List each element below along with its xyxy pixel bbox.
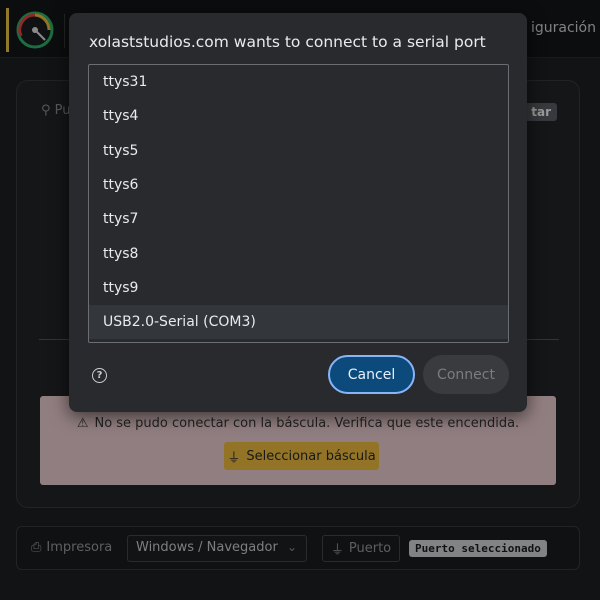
- port-list-item[interactable]: ttys9: [89, 271, 508, 305]
- port-list-item[interactable]: ttys4: [89, 99, 508, 133]
- port-list-item[interactable]: ttys7: [89, 202, 508, 236]
- serial-port-dialog: xolaststudios.com wants to connect to a …: [69, 13, 527, 412]
- port-list-item[interactable]: ttys8: [89, 236, 508, 270]
- serial-port-list[interactable]: ttys31 ttys4 ttys5 ttys6 ttys7 ttys8 ttys9 USB2…: [88, 64, 509, 343]
- cancel-button[interactable]: Cancel: [328, 355, 415, 394]
- help-circle-icon[interactable]: ?: [92, 368, 107, 383]
- connect-button[interactable]: Connect: [423, 355, 509, 394]
- dialog-title: xolaststudios.com wants to connect to a …: [89, 33, 486, 51]
- port-list-item[interactable]: USB2.0-Serial (COM3): [89, 305, 508, 340]
- port-list-item[interactable]: ttys5: [89, 134, 508, 168]
- port-list-item[interactable]: ttys31: [89, 65, 508, 99]
- port-list-item[interactable]: ttys6: [89, 168, 508, 202]
